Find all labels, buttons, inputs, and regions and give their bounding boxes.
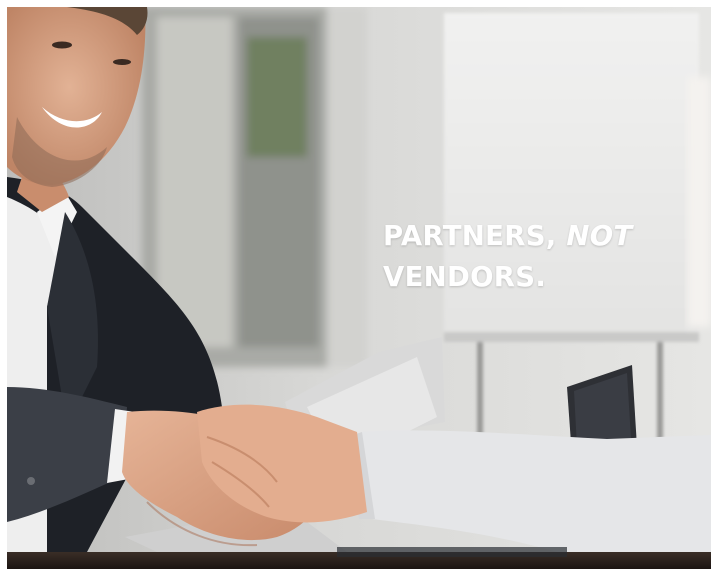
headline: PARTNERS, NOT VENDORS. [383,216,632,298]
headline-line-2: VENDORS. [383,261,547,293]
headline-text: PARTNERS, [383,220,567,252]
hero-image-frame: PARTNERS, NOT VENDORS. [7,7,711,569]
window-light [687,77,711,327]
headline-emphasis: NOT [566,220,633,252]
headline-line-1: PARTNERS, NOT [383,216,632,257]
